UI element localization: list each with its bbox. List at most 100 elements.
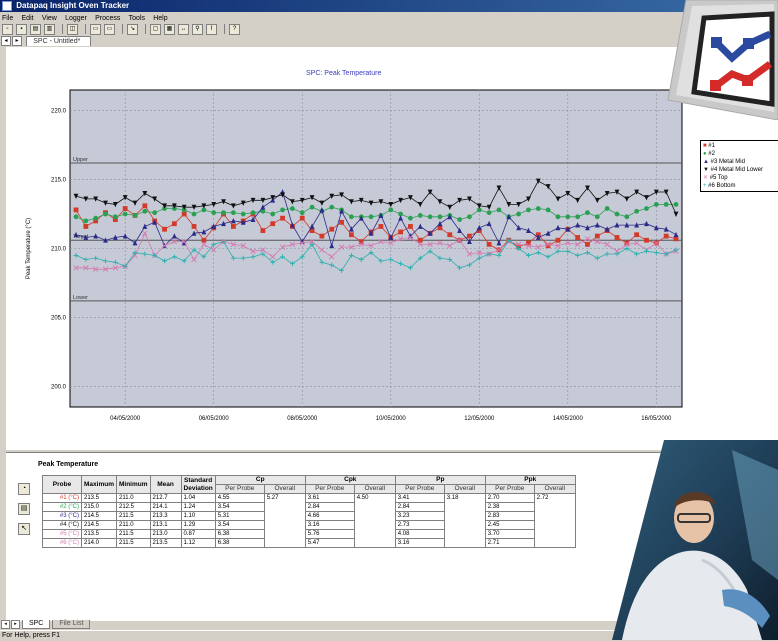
- toolbar-separator: [85, 24, 86, 34]
- window-title: Datapaq Insight Oven Tracker: [16, 1, 130, 10]
- tab-next-icon[interactable]: ▸: [12, 36, 22, 46]
- open-icon[interactable]: ▤: [30, 23, 41, 35]
- legend-label: #1: [708, 143, 715, 149]
- cell-cpk-overall: [353, 511, 396, 521]
- tab-spc-untitled[interactable]: SPC - Untitled*: [26, 36, 92, 46]
- data-point: [329, 204, 335, 210]
- cell-sd: 1.12: [180, 538, 216, 548]
- tab-prev-icon[interactable]: ◂: [1, 36, 11, 46]
- y-axis-label: Peak Temperature (°C): [26, 218, 32, 279]
- pointer-icon[interactable]: ↖: [18, 523, 30, 535]
- data-point: [289, 206, 295, 211]
- data-point: [103, 211, 108, 217]
- cell-sd: 1.29: [180, 520, 216, 530]
- data-point: [73, 207, 79, 213]
- data-point: [93, 215, 99, 221]
- data-point: [319, 233, 325, 239]
- legend-marker: ▼: [703, 167, 711, 173]
- menu-file[interactable]: File: [2, 15, 13, 22]
- tab-spc[interactable]: SPC: [21, 620, 51, 629]
- x-tick-label: 04/05/2000: [110, 416, 141, 422]
- data-point: [408, 224, 413, 229]
- cell-ppk-overall: [533, 529, 576, 539]
- data-point: [132, 213, 138, 218]
- cell-probe: #2 (°C): [42, 502, 82, 512]
- cell-pp: 4.08: [394, 529, 445, 539]
- help-icon[interactable]: ?: [229, 23, 240, 35]
- tab-next-icon[interactable]: ▸: [11, 620, 20, 629]
- stats-table: Probe Maximum Minimum Mean Standard Devi…: [42, 475, 576, 548]
- cell-min: 211.5: [115, 511, 151, 521]
- datapaq-logo-image: [667, 0, 778, 120]
- data-point: [545, 207, 551, 213]
- monitor-icon[interactable]: ▭: [90, 23, 101, 35]
- menu-edit[interactable]: Edit: [22, 15, 34, 22]
- folder-icon[interactable]: ▢: [150, 23, 161, 35]
- data-point: [299, 215, 305, 221]
- data-point: [624, 214, 630, 220]
- legend-item: + #6 Bottom: [703, 182, 778, 190]
- header-sd: Standard Deviation: [180, 475, 216, 494]
- cell-ppk-overall: [533, 511, 576, 521]
- sub-overall: Overall: [443, 484, 486, 494]
- legend-marker: ▲: [703, 159, 711, 165]
- print-icon[interactable]: ▥: [44, 23, 55, 35]
- refresh-icon[interactable]: ◔: [18, 483, 30, 495]
- data-point: [152, 210, 158, 216]
- tab-file-list[interactable]: File List: [52, 620, 91, 629]
- grid-icon[interactable]: ▦: [164, 23, 175, 35]
- data-point: [122, 211, 128, 217]
- preview-icon[interactable]: ◫: [67, 23, 78, 35]
- data-point: [221, 210, 226, 216]
- data-point: [142, 203, 148, 209]
- cell-cpk-overall: 4.50: [353, 493, 396, 503]
- chart-icon[interactable]: ⌇: [206, 23, 217, 35]
- sub-overall: Overall: [533, 484, 576, 494]
- table-row: #4 (°C) 214.5 211.0 213.1 1.29 3.54 3.16 2.73 2.…: [42, 520, 576, 530]
- document-icon[interactable]: ▤: [18, 503, 30, 515]
- new-icon[interactable]: ▫: [2, 23, 13, 35]
- menu-process[interactable]: Process: [95, 15, 120, 22]
- menu-view[interactable]: View: [42, 15, 57, 22]
- legend-item: ✕ #5 Top: [703, 174, 778, 182]
- header-pp: Pp: [394, 475, 486, 485]
- data-point: [555, 237, 561, 243]
- header-cp: Cp: [214, 475, 306, 485]
- menu-tools[interactable]: Tools: [129, 15, 145, 22]
- data-point: [378, 224, 384, 229]
- data-point: [673, 201, 679, 207]
- cell-mean: 213.5: [149, 538, 182, 548]
- data-point: [280, 207, 285, 213]
- cell-sd: 1.10: [180, 511, 216, 521]
- data-point: [250, 210, 256, 216]
- signal-icon[interactable]: ⚲: [192, 23, 203, 35]
- data-point: [594, 214, 600, 220]
- header-mean: Mean: [149, 475, 182, 494]
- data-point: [171, 221, 177, 227]
- legend-label: #2: [708, 151, 715, 157]
- tab-prev-icon[interactable]: ◂: [1, 620, 10, 629]
- arrows-icon[interactable]: ↔: [178, 23, 189, 35]
- data-point: [112, 214, 118, 220]
- y-tick-label: 220.0: [51, 109, 67, 115]
- save-icon[interactable]: ▪: [16, 23, 27, 35]
- data-point: [496, 207, 502, 213]
- sub-per-probe: Per Probe: [484, 484, 535, 494]
- cell-max: 213.5: [81, 529, 117, 539]
- cell-mean: 214.1: [149, 502, 182, 512]
- limit-label: Lower: [73, 295, 88, 301]
- wand-icon[interactable]: ↘: [127, 23, 138, 35]
- cell-pp: 2.73: [394, 520, 445, 530]
- data-point: [447, 232, 453, 238]
- cell-ppk: 3.70: [484, 529, 535, 539]
- menu-help[interactable]: Help: [153, 15, 167, 22]
- spc-chart: 220.0 215.0 210.0 205.0 200.0 04/05/2000 06/05…: [26, 89, 683, 422]
- legend-item: ▼ #4 Metal Mid Lower: [703, 166, 778, 174]
- data-point: [467, 233, 472, 239]
- menu-logger[interactable]: Logger: [65, 15, 87, 22]
- data-point: [467, 214, 472, 220]
- monitor2-icon[interactable]: ▭: [104, 23, 115, 35]
- y-tick-label: 205.0: [51, 315, 67, 321]
- data-point: [457, 217, 463, 222]
- data-point: [634, 232, 640, 238]
